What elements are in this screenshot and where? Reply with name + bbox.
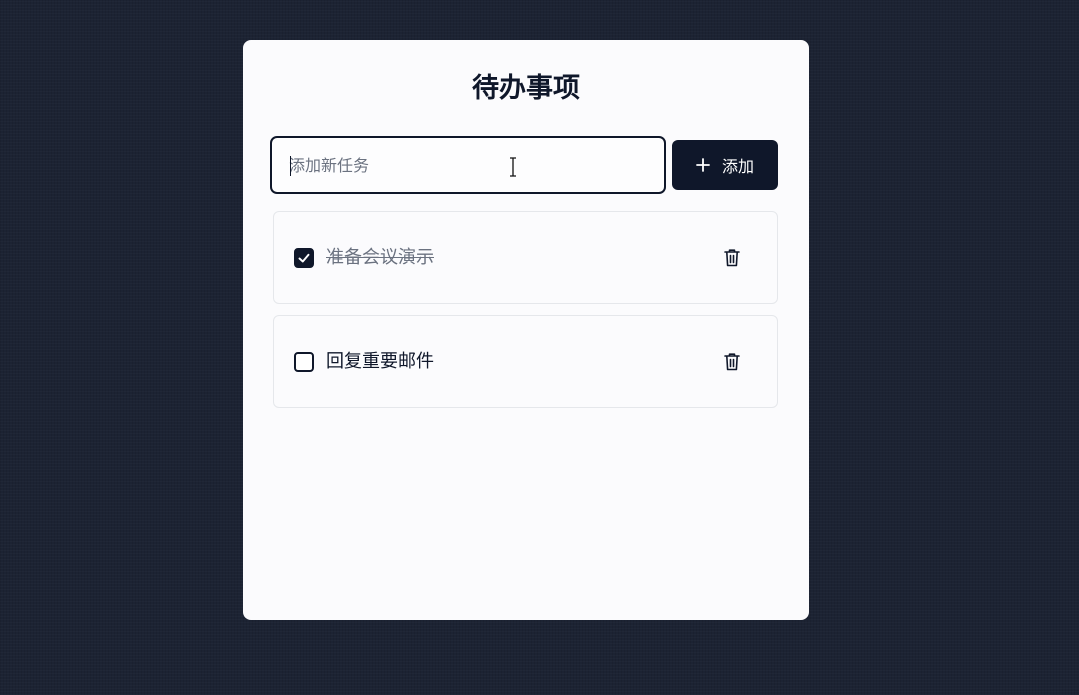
new-task-input[interactable] <box>289 138 649 192</box>
add-task-button-label: 添加 <box>721 157 754 176</box>
trash-icon <box>724 353 740 371</box>
task-list: 准备会议演示 回复重要邮件 <box>273 211 778 419</box>
add-task-button[interactable]: 添加 <box>672 140 778 190</box>
task-item: 回复重要邮件 <box>273 315 778 408</box>
task-label: 准备会议演示 <box>326 247 434 268</box>
task-label: 回复重要邮件 <box>326 351 434 372</box>
trash-icon <box>724 249 740 267</box>
todo-card: 待办事项 添加 准备会议演示 <box>243 40 809 620</box>
delete-task-button[interactable] <box>718 244 746 272</box>
task-checkbox-checked[interactable] <box>294 248 314 268</box>
delete-task-button[interactable] <box>718 348 746 376</box>
plus-icon <box>696 158 710 172</box>
page-title: 待办事项 <box>472 73 580 104</box>
text-caret <box>290 156 291 176</box>
task-checkbox[interactable] <box>294 352 314 372</box>
task-item: 准备会议演示 <box>273 211 778 304</box>
check-icon <box>298 253 310 263</box>
new-task-field[interactable] <box>270 136 666 194</box>
text-cursor-icon <box>510 157 516 177</box>
